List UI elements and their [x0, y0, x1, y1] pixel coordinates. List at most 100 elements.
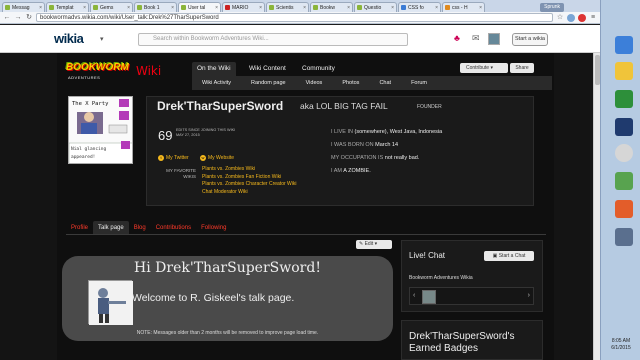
browser-tab[interactable]: Book 1 ×: [134, 2, 177, 12]
chat-users-carousel: ‹ ›: [409, 287, 534, 305]
browser-tab[interactable]: Scientis ×: [266, 2, 309, 12]
tab-label: Bookw: [320, 4, 336, 11]
browser-tab[interactable]: Bookw ×: [310, 2, 353, 12]
edit-label: Edit: [364, 241, 374, 247]
tab-label: Templat: [56, 4, 74, 11]
info-label: I AM: [331, 168, 343, 174]
close-icon[interactable]: ×: [215, 5, 218, 11]
app-icon[interactable]: [615, 228, 633, 246]
tab-favicon: [269, 5, 274, 10]
close-icon[interactable]: ×: [391, 5, 394, 11]
right-rail: Live! Chat ▣ Start a Chat Bookworm Adven…: [401, 240, 543, 360]
close-icon[interactable]: ×: [347, 5, 350, 11]
nav-sub-item[interactable]: Chat: [369, 80, 401, 86]
star-icon[interactable]: ☆: [556, 14, 564, 22]
tab-profile[interactable]: Profile: [66, 221, 93, 234]
chat-icon: ▣: [492, 253, 498, 259]
nav-tab-wiki-content[interactable]: Wiki Content: [244, 62, 291, 76]
favorite-wiki-link[interactable]: Chat Moderator Wiki: [202, 189, 296, 197]
close-icon[interactable]: ×: [259, 5, 262, 11]
wiki-wordmark[interactable]: BOOKWORM ADVENTURES Wiki: [66, 60, 161, 90]
close-icon[interactable]: ×: [83, 5, 86, 11]
chrome-app-icon[interactable]: [615, 144, 633, 162]
close-icon[interactable]: ×: [171, 5, 174, 11]
contribute-button[interactable]: Contribute ▾: [460, 63, 508, 73]
close-icon[interactable]: ×: [435, 5, 438, 11]
info-value: (somewhere), West Java, Indonesia: [354, 129, 443, 135]
wordmark-wiki: Wiki: [136, 64, 162, 78]
favorite-wiki-link[interactable]: Plants vs. Zombies Fan Fiction Wiki: [202, 174, 296, 182]
chevron-left-icon[interactable]: ‹: [413, 292, 415, 299]
photoshop-app-icon[interactable]: [615, 118, 633, 136]
chevron-right-icon[interactable]: ›: [528, 292, 530, 299]
favorite-wiki-link[interactable]: Plants vs. Zombies Wiki: [202, 166, 296, 174]
talk-image: [88, 280, 133, 325]
extension-icon[interactable]: [567, 13, 575, 22]
chevron-down-icon[interactable]: ▾: [100, 35, 104, 43]
wordmark-subtitle: ADVENTURES: [68, 75, 101, 80]
tab-following[interactable]: Following: [196, 221, 231, 234]
tab-talk-page[interactable]: Talk page: [93, 221, 129, 234]
media-app-icon[interactable]: [615, 90, 633, 108]
info-label: MY OCCUPATION IS: [331, 155, 384, 161]
info-label: I LIVE IN: [331, 129, 354, 135]
back-icon[interactable]: ←: [3, 14, 11, 22]
wikia-logo[interactable]: wikia: [54, 31, 84, 46]
edit-count-caption: EDITS SINCE JOINING THIS WIKI MAY 27, 20…: [176, 128, 246, 138]
nav-sub-item[interactable]: Videos: [296, 80, 333, 86]
tab-contributions[interactable]: Contributions: [151, 221, 196, 234]
share-button[interactable]: Share: [510, 63, 534, 73]
close-icon[interactable]: ×: [479, 5, 482, 11]
nav-sub-item[interactable]: Forum: [401, 80, 437, 86]
outlook-app-icon[interactable]: [615, 36, 633, 54]
app-icon[interactable]: [615, 172, 633, 190]
forward-icon[interactable]: →: [14, 14, 22, 22]
browser-tab-active[interactable]: User tal ×: [178, 2, 221, 12]
live-chat-module: Live! Chat ▣ Start a Chat Bookworm Adven…: [401, 240, 543, 312]
folder-app-icon[interactable]: [615, 62, 633, 80]
browser-tab[interactable]: Templat ×: [46, 2, 89, 12]
browser-tab[interactable]: Messag ×: [2, 2, 45, 12]
start-chat-button[interactable]: ▣ Start a Chat: [484, 251, 534, 261]
browser-tab[interactable]: MARIO ×: [222, 2, 265, 12]
close-icon[interactable]: ×: [39, 5, 42, 11]
chat-user-avatar[interactable]: [422, 290, 436, 304]
start-chat-label: Start a Chat: [498, 253, 526, 259]
tab-label: User tal: [188, 4, 206, 11]
close-icon[interactable]: ×: [127, 5, 130, 11]
tab-favicon: [357, 5, 362, 10]
tab-blog[interactable]: Blog: [129, 221, 151, 234]
favorite-wiki-link[interactable]: Plants vs. Zombies Character Creator Wik…: [202, 181, 296, 189]
tab-favicon: [181, 5, 186, 10]
edit-button[interactable]: ✎ Edit ▾: [356, 240, 392, 249]
favorite-wikis-list: Plants vs. Zombies Wiki Plants vs. Zombi…: [202, 166, 296, 196]
page-scrollbar[interactable]: [593, 53, 600, 360]
app-icon[interactable]: [615, 200, 633, 218]
website-link[interactable]: w My Website: [200, 155, 234, 161]
url-input[interactable]: bookwormadvs.wikia.com/wiki/User_talk:Dr…: [36, 13, 553, 22]
nav-tab-on-the-wiki[interactable]: On the Wiki: [192, 62, 236, 76]
nav-sub-item[interactable]: Random page: [241, 80, 296, 86]
extension-icon[interactable]: [578, 13, 586, 22]
tab-label: Scientis: [276, 4, 294, 11]
pointing-figure-image: [89, 281, 133, 325]
user-avatar[interactable]: [488, 33, 500, 45]
twitter-label: My Twitter: [166, 155, 189, 161]
start-wikia-button[interactable]: Start a wikia: [512, 33, 548, 46]
notifications-icon[interactable]: ♣: [448, 33, 466, 45]
reload-icon[interactable]: ↻: [25, 14, 33, 22]
search-input[interactable]: Search within Bookworm Adventures Wiki..…: [138, 33, 408, 46]
message-wall-icon[interactable]: ✉: [472, 33, 484, 45]
nav-sub-item[interactable]: Wiki Activity: [192, 80, 241, 86]
menu-icon[interactable]: ≡: [589, 14, 597, 22]
browser-tab[interactable]: css - H ×: [442, 2, 485, 12]
tab-favicon: [49, 5, 54, 10]
twitter-link[interactable]: t My Twitter: [158, 155, 189, 161]
close-icon[interactable]: ×: [303, 5, 306, 11]
browser-tab[interactable]: Gems ×: [90, 2, 133, 12]
nav-tab-community[interactable]: Community: [297, 62, 340, 76]
browser-tab[interactable]: Questio ×: [354, 2, 397, 12]
browser-tab[interactable]: CSS fo ×: [398, 2, 441, 12]
nav-sub-item[interactable]: Photos: [332, 80, 369, 86]
clock-time: 8:05 AM: [611, 338, 631, 344]
